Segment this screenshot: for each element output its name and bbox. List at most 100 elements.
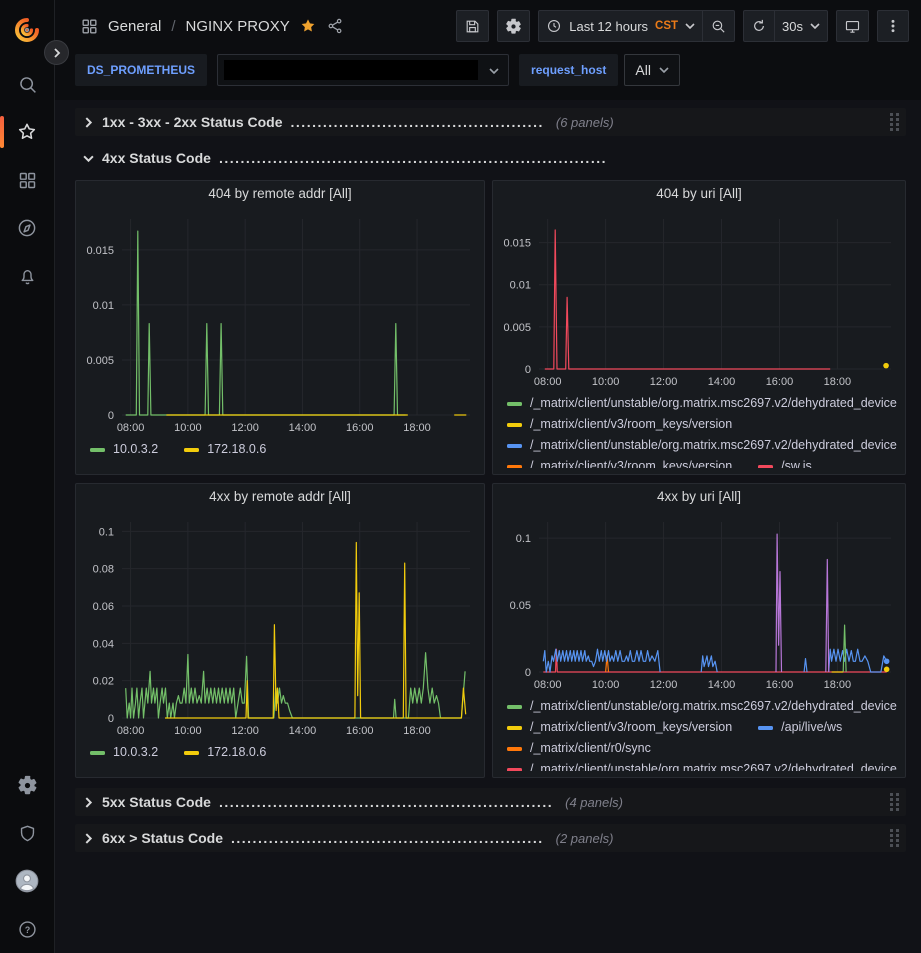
row-drag-handle[interactable] (889, 112, 900, 132)
sidebar-item-alerting[interactable] (0, 252, 54, 300)
panel-404-by-uri: 404 by uri [All] 00.0050.010.01508:0010:… (492, 180, 906, 475)
panel-title[interactable]: 404 by remote addr [All] (76, 186, 484, 209)
row-title: 6xx > Status Code (102, 830, 223, 846)
refresh-interval-label: 30s (782, 19, 803, 34)
legend-swatch (90, 751, 105, 755)
dashboard-settings-button[interactable] (497, 10, 530, 42)
legend-swatch (507, 726, 522, 730)
dashboard-row-6xx[interactable]: 6xx > Status Code ......................… (75, 824, 906, 852)
svg-text:18:00: 18:00 (824, 376, 852, 388)
panel-grid: 404 by remote addr [All] 00.0050.010.015… (75, 180, 906, 778)
timeseries-chart[interactable]: 00.0050.010.01508:0010:0012:0014:0016:00… (493, 209, 905, 391)
sidebar-item-help[interactable]: ? (0, 905, 54, 953)
datasource-variable-label: DS_PROMETHEUS (75, 54, 207, 86)
legend-label: /_matrix/client/v3/room_keys/version (530, 717, 732, 738)
svg-text:14:00: 14:00 (708, 679, 736, 691)
sidebar-spacer (0, 300, 54, 761)
panel-legend: 10.0.3.2 172.18.0.6 (76, 740, 484, 763)
svg-text:16:00: 16:00 (346, 422, 374, 434)
svg-text:0.05: 0.05 (510, 600, 531, 612)
save-dashboard-button[interactable] (456, 10, 489, 42)
svg-text:0: 0 (525, 364, 531, 376)
legend-label: /_matrix/client/v3/room_keys/version (530, 456, 732, 468)
dashboard-chrome: General / NGINX PROXY (55, 0, 921, 100)
dashboard-row-1xx-3xx-2xx[interactable]: 1xx - 3xx - 2xx Status Code ............… (75, 108, 906, 136)
legend-label: /_matrix/client/unstable/org.matrix.msc2… (530, 393, 897, 414)
svg-text:0.08: 0.08 (93, 564, 114, 576)
timeseries-chart[interactable]: 00.020.040.060.080.108:0010:0012:0014:00… (76, 512, 484, 740)
request-host-variable-select[interactable]: All (624, 54, 680, 86)
sidebar-item-dashboards[interactable] (0, 156, 54, 204)
sidebar-item-configuration[interactable] (0, 761, 54, 809)
legend-item[interactable]: /_matrix/client/unstable/org.matrix.msc2… (507, 435, 897, 456)
legend-item[interactable]: /_matrix/client/unstable/org.matrix.msc2… (507, 696, 897, 717)
panel-title[interactable]: 4xx by remote addr [All] (76, 489, 484, 512)
sidebar-item-starred[interactable] (0, 108, 54, 156)
legend-item[interactable]: /_matrix/client/r0/sync (507, 738, 651, 759)
legend-item[interactable]: 10.0.3.2 (90, 439, 158, 460)
dashboard-row-4xx[interactable]: 4xx Status Code ........................… (75, 144, 906, 172)
legend-swatch (507, 402, 522, 406)
datasource-variable-select[interactable] (217, 54, 509, 86)
sidebar-item-profile[interactable] (0, 857, 54, 905)
sidebar-item-server-admin[interactable] (0, 809, 54, 857)
expand-sidebar-button[interactable] (44, 40, 69, 65)
row-title: 5xx Status Code (102, 794, 211, 810)
timezone-label: CST (655, 20, 678, 32)
sidebar-item-explore[interactable] (0, 204, 54, 252)
svg-text:0.005: 0.005 (503, 322, 531, 334)
legend-label: /sw.js (781, 456, 812, 468)
legend-item[interactable]: /_matrix/client/unstable/org.matrix.msc2… (507, 759, 897, 771)
panel-404-by-remote-addr: 404 by remote addr [All] 00.0050.010.015… (75, 180, 485, 475)
svg-text:10:00: 10:00 (174, 725, 202, 737)
legend-label: 10.0.3.2 (113, 439, 158, 460)
row-drag-handle[interactable] (889, 792, 900, 812)
favorite-star-icon[interactable] (299, 17, 317, 35)
legend-swatch (90, 448, 105, 452)
legend-item[interactable]: /sw.js (758, 456, 812, 468)
legend-item[interactable]: /_matrix/client/v3/room_keys/version (507, 717, 732, 738)
time-range-label: Last 12 hours (569, 19, 648, 34)
svg-text:12:00: 12:00 (231, 422, 259, 434)
refresh-button[interactable] (743, 10, 775, 42)
request-host-variable-label: request_host (519, 54, 618, 86)
timeseries-chart[interactable]: 00.050.108:0010:0012:0014:0016:0018:00 (493, 512, 905, 694)
dashboard-row-5xx[interactable]: 5xx Status Code ........................… (75, 788, 906, 816)
zoom-out-time-button[interactable] (703, 10, 735, 42)
svg-text:16:00: 16:00 (766, 376, 794, 388)
monitor-icon (844, 18, 861, 35)
legend-item[interactable]: 172.18.0.6 (184, 439, 266, 460)
sidebar-item-search[interactable] (0, 60, 54, 108)
svg-text:0.015: 0.015 (86, 245, 114, 257)
legend-item[interactable]: /_matrix/client/v3/room_keys/version (507, 414, 732, 435)
svg-text:10:00: 10:00 (592, 376, 620, 388)
legend-item[interactable]: 10.0.3.2 (90, 742, 158, 763)
legend-item[interactable]: 172.18.0.6 (184, 742, 266, 763)
refresh-interval-picker[interactable]: 30s (775, 10, 828, 42)
legend-item[interactable]: /_matrix/client/v3/room_keys/version (507, 456, 732, 468)
row-dots: ........................................… (291, 114, 544, 130)
panel-title[interactable]: 404 by uri [All] (493, 186, 905, 209)
gear-icon (17, 775, 38, 796)
tv-mode-button[interactable] (836, 10, 869, 42)
breadcrumb-section[interactable]: General (108, 18, 161, 35)
legend-label: /_matrix/client/r0/sync (530, 738, 651, 759)
drag-dots-icon (889, 792, 900, 812)
panel-title[interactable]: 4xx by uri [All] (493, 489, 905, 512)
breadcrumb: General / NGINX PROXY (80, 17, 344, 36)
legend-label: 172.18.0.6 (207, 742, 266, 763)
svg-text:0: 0 (525, 667, 531, 679)
svg-text:0.06: 0.06 (93, 601, 114, 613)
legend-item[interactable]: /_matrix/client/unstable/org.matrix.msc2… (507, 393, 897, 414)
kebab-menu-button[interactable] (877, 10, 909, 42)
timeseries-chart[interactable]: 00.0050.010.01508:0010:0012:0014:0016:00… (76, 209, 484, 437)
time-range-picker[interactable]: Last 12 hours CST (538, 10, 703, 42)
legend-label: /_matrix/client/unstable/org.matrix.msc2… (530, 696, 897, 717)
row-drag-handle[interactable] (889, 828, 900, 848)
share-icon[interactable] (326, 17, 344, 35)
legend-item[interactable]: /api/live/ws (758, 717, 842, 738)
legend-label: 10.0.3.2 (113, 742, 158, 763)
svg-text:10:00: 10:00 (174, 422, 202, 434)
legend-label: /_matrix/client/unstable/org.matrix.msc2… (530, 435, 897, 456)
legend-swatch (184, 751, 199, 755)
